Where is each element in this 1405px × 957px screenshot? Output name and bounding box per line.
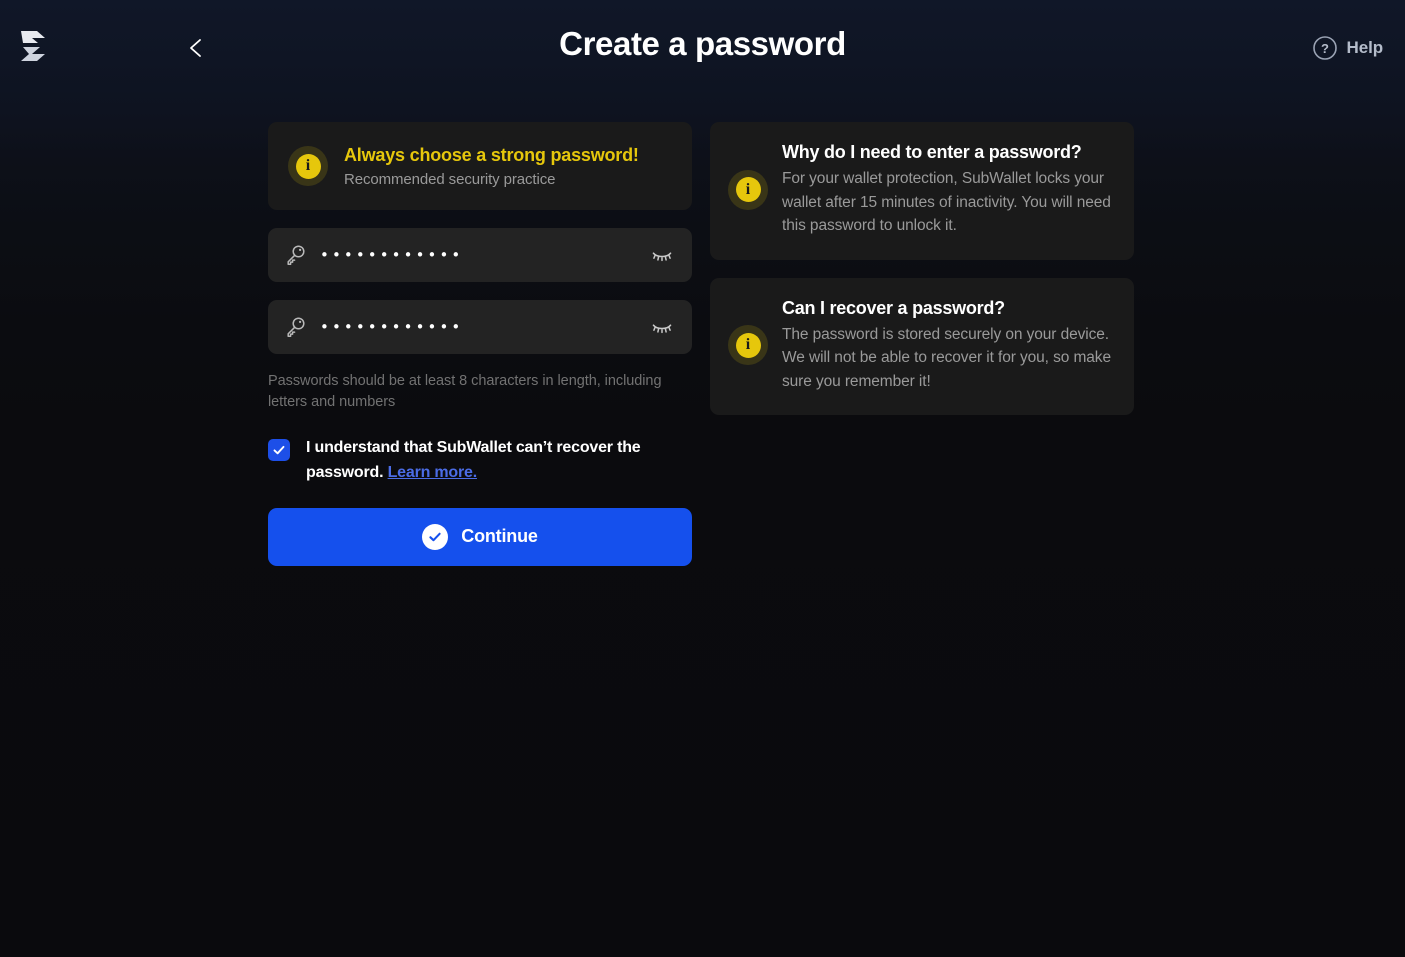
confirm-password-input-value[interactable]: •••••••••••• (320, 320, 636, 335)
password-visibility-toggle[interactable] (648, 241, 676, 269)
info-icon: i (728, 169, 768, 210)
faq-card-title: Why do I need to enter a password? (782, 142, 1082, 162)
question-circle-icon: ? (1312, 36, 1337, 60)
main-content: i Always choose a strong password! Recom… (268, 122, 1134, 566)
strong-password-alert: i Always choose a strong password! Recom… (268, 122, 692, 210)
faq-card-text: For your wallet protection, SubWallet lo… (782, 170, 1111, 235)
info-icon: i (288, 146, 328, 186)
svg-text:?: ? (1321, 41, 1329, 56)
password-requirements-text: Passwords should be at least 8 character… (268, 373, 662, 411)
consent-checkbox[interactable] (268, 438, 290, 461)
faq-column: i Why do I need to enter a password? For… (710, 122, 1134, 566)
check-circle-icon (422, 523, 449, 550)
help-button[interactable]: ? Help (1312, 30, 1383, 66)
faq-card-recover-password: i Can I recover a password? The password… (710, 277, 1134, 416)
confirm-password-field[interactable]: •••••••••••• (268, 300, 692, 354)
password-form-column: i Always choose a strong password! Recom… (268, 122, 692, 566)
check-icon (273, 445, 285, 455)
alert-title: Always choose a strong password! (344, 144, 639, 165)
learn-more-link[interactable]: Learn more. (388, 464, 478, 481)
consent-row: I understand that SubWallet can’t recove… (268, 436, 692, 486)
info-icon: i (728, 325, 768, 366)
alert-subtitle: Recommended security practice (344, 170, 556, 188)
app-header: Create a password ? Help (0, 0, 1405, 94)
faq-card-why-password: i Why do I need to enter a password? For… (710, 122, 1134, 260)
confirm-password-visibility-toggle[interactable] (648, 313, 676, 341)
continue-label: Continue (461, 526, 538, 547)
key-icon (282, 314, 308, 340)
eye-closed-icon (652, 324, 672, 334)
app-screen: Create a password ? Help i Always choose… (0, 0, 1405, 957)
key-icon (282, 242, 308, 268)
eye-closed-icon (652, 252, 672, 262)
faq-card-text: The password is stored securely on your … (782, 325, 1111, 390)
password-field[interactable]: •••••••••••• (268, 228, 692, 282)
faq-card-title: Can I recover a password? (782, 297, 1005, 318)
help-label: Help (1346, 38, 1384, 57)
password-input-value[interactable]: •••••••••••• (320, 248, 636, 263)
page-title: Create a password (559, 25, 846, 62)
continue-button[interactable]: Continue (268, 507, 692, 566)
consent-label: I understand that SubWallet can’t recove… (306, 436, 658, 486)
